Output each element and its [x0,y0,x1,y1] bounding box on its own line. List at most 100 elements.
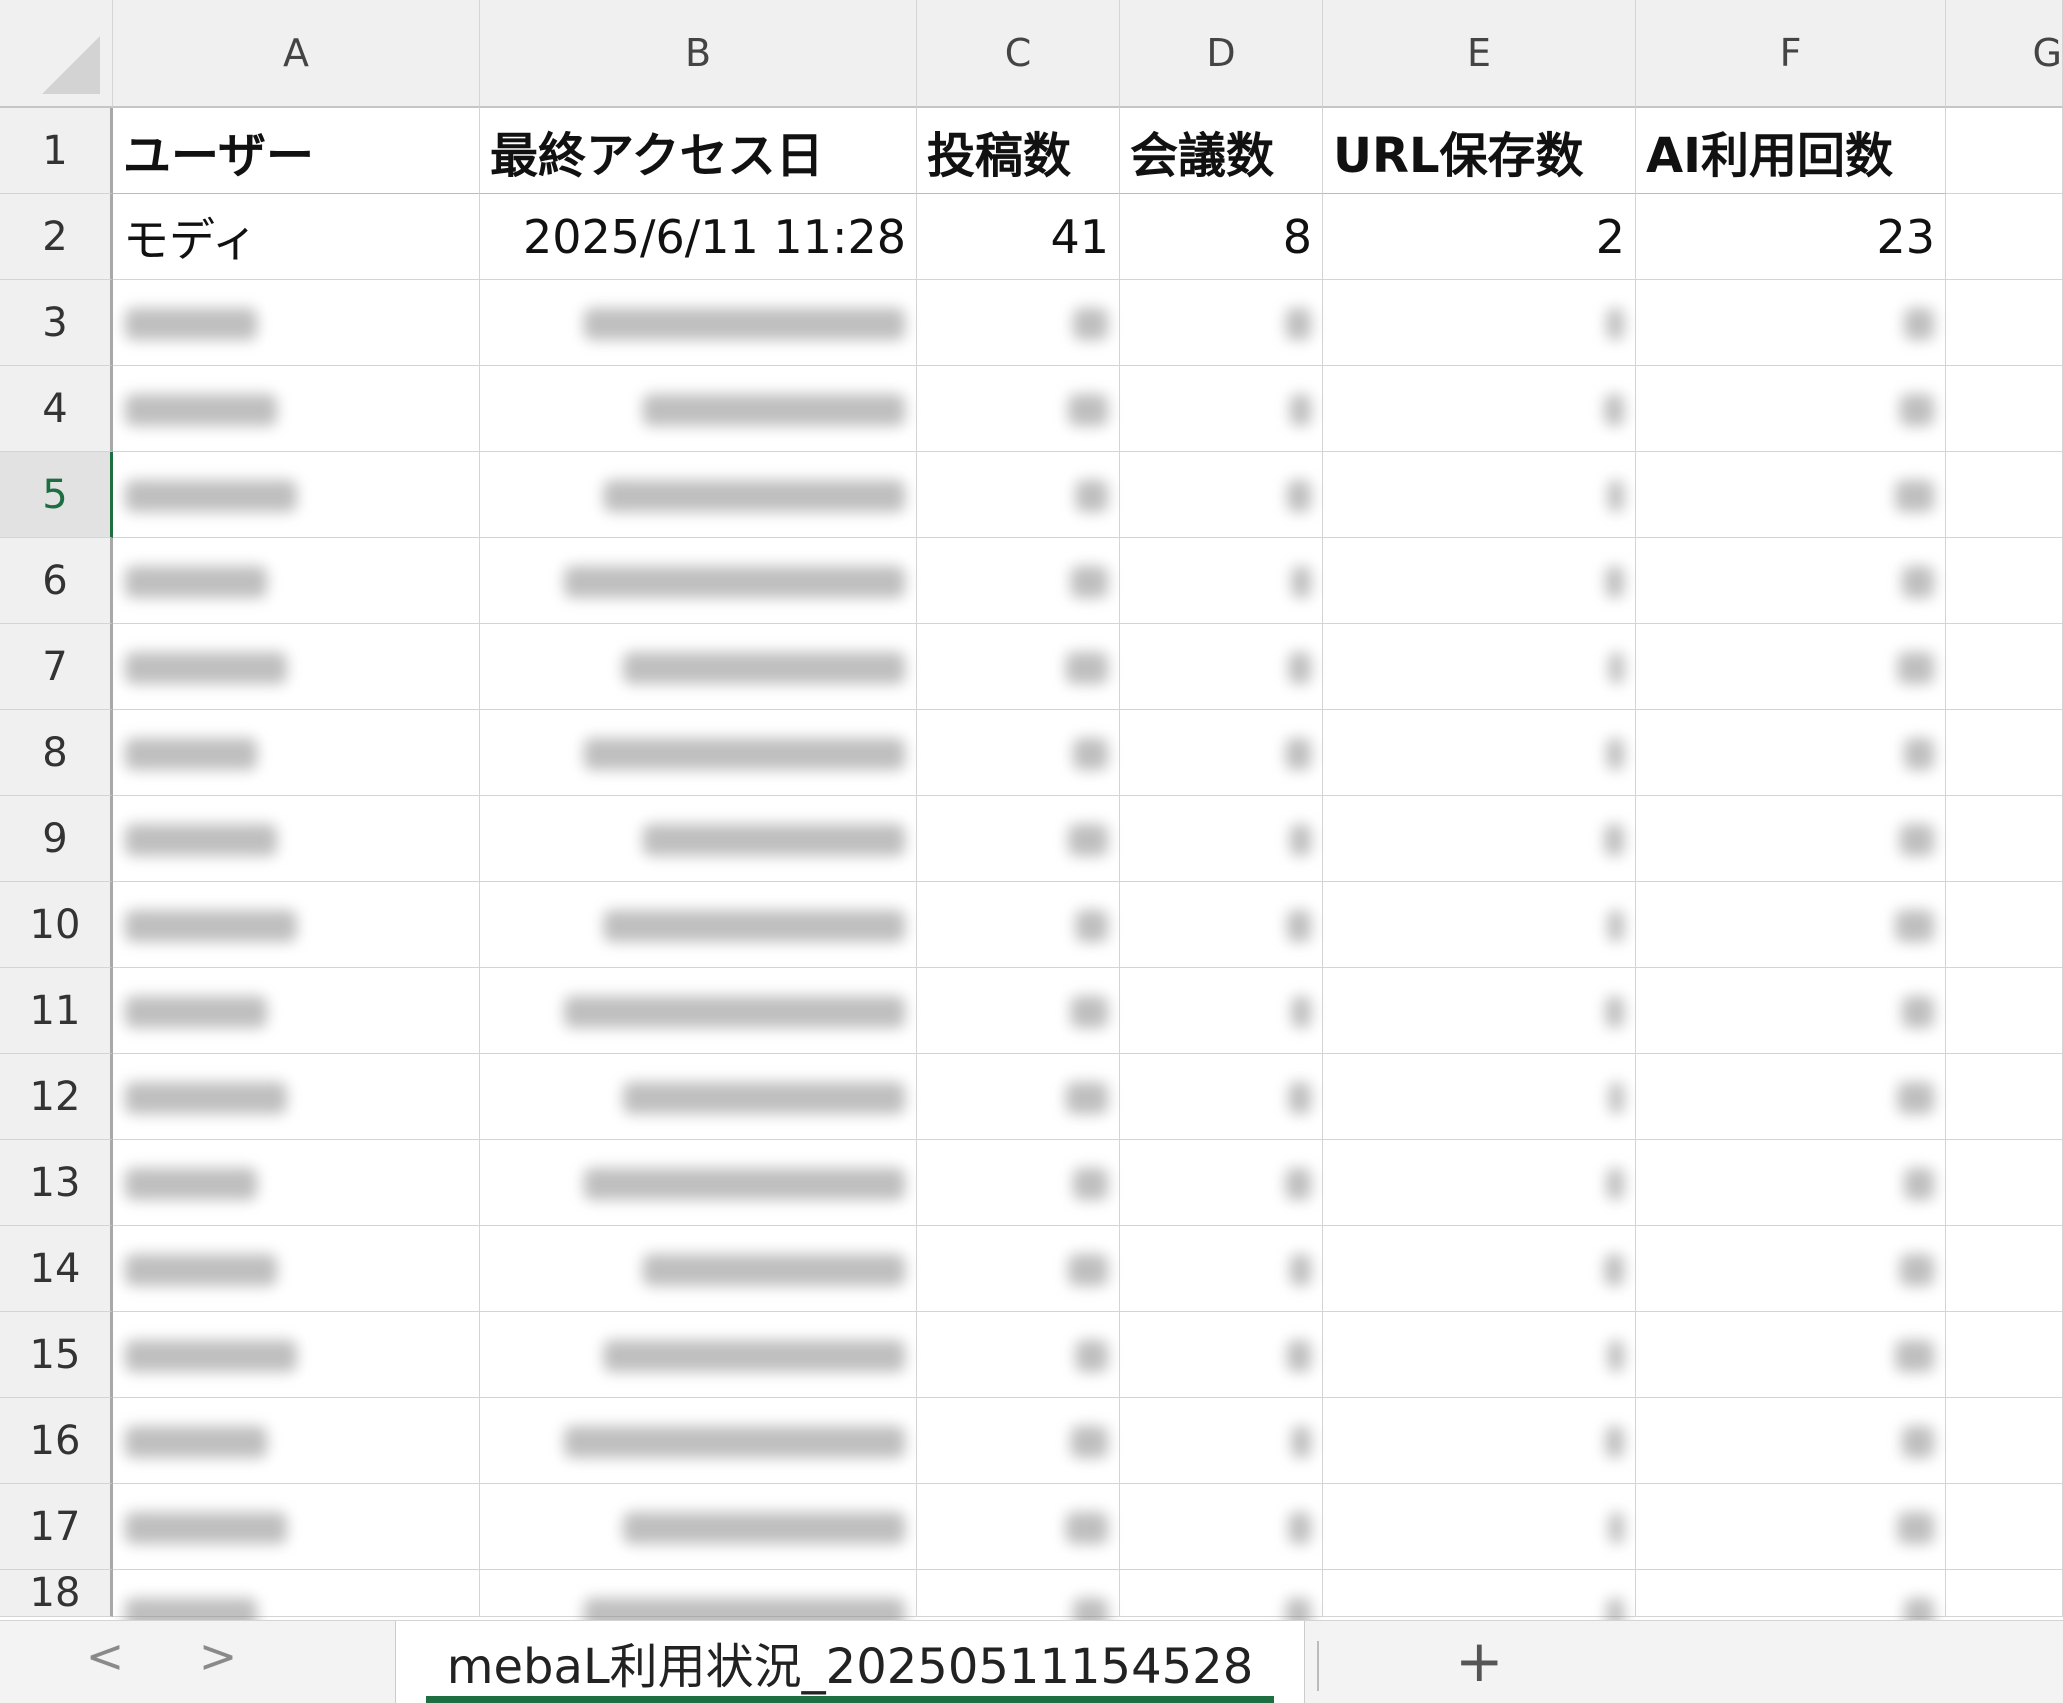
blurred-cell[interactable] [113,1054,480,1140]
header-meetings[interactable]: 会議数 [1120,108,1323,194]
cell-g1[interactable] [1946,108,2063,194]
blurred-cell[interactable] [917,882,1120,968]
blurred-cell[interactable] [1946,1570,2063,1617]
blurred-cell[interactable] [1120,1140,1323,1226]
blurred-cell[interactable] [1323,796,1636,882]
blurred-cell[interactable] [1323,1226,1636,1312]
cell-ai-uses[interactable]: 23 [1636,194,1946,280]
blurred-cell[interactable] [480,710,917,796]
blurred-cell[interactable] [480,1312,917,1398]
blurred-cell[interactable] [1323,366,1636,452]
cell-last-access[interactable]: 2025/6/11 11:28 [480,194,917,280]
column-header-g[interactable]: G [1946,0,2063,108]
blurred-cell[interactable] [1636,796,1946,882]
blurred-cell[interactable] [1120,968,1323,1054]
blurred-cell[interactable] [1120,1570,1323,1617]
column-header-a[interactable]: A [113,0,480,108]
blurred-cell[interactable] [1323,968,1636,1054]
blurred-cell[interactable] [1323,624,1636,710]
blurred-cell[interactable] [1946,280,2063,366]
blurred-cell[interactable] [480,1140,917,1226]
blurred-cell[interactable] [1323,1570,1636,1617]
blurred-cell[interactable] [917,1140,1120,1226]
blurred-cell[interactable] [1120,1312,1323,1398]
blurred-cell[interactable] [1946,366,2063,452]
cell-grid[interactable]: A B C D E F G 1 ユーザー 最終アクセス日 投稿数 会議数 URL… [0,0,2063,1617]
row-header-18[interactable]: 18 [0,1570,113,1617]
blurred-cell[interactable] [1946,1398,2063,1484]
blurred-cell[interactable] [917,366,1120,452]
header-ai-uses[interactable]: AI利用回数 [1636,108,1946,194]
blurred-cell[interactable] [917,1054,1120,1140]
row-header-3[interactable]: 3 [0,280,113,366]
blurred-cell[interactable] [917,1398,1120,1484]
blurred-cell[interactable] [1636,280,1946,366]
blurred-cell[interactable] [1323,710,1636,796]
blurred-cell[interactable] [917,968,1120,1054]
blurred-cell[interactable] [480,280,917,366]
sheet-tab-active[interactable]: mebaL利用状況_20250511154528 [395,1621,1305,1703]
header-url-saves[interactable]: URL保存数 [1323,108,1636,194]
row-header-8[interactable]: 8 [0,710,113,796]
blurred-cell[interactable] [917,710,1120,796]
blurred-cell[interactable] [480,452,917,538]
prev-sheet-button[interactable]: < [75,1629,135,1683]
cell-meetings[interactable]: 8 [1120,194,1323,280]
blurred-cell[interactable] [1323,882,1636,968]
blurred-cell[interactable] [917,1484,1120,1570]
blurred-cell[interactable] [1323,538,1636,624]
blurred-cell[interactable] [917,1570,1120,1617]
row-header-9[interactable]: 9 [0,796,113,882]
column-header-f[interactable]: F [1636,0,1946,108]
blurred-cell[interactable] [1636,1398,1946,1484]
row-header-16[interactable]: 16 [0,1398,113,1484]
blurred-cell[interactable] [1636,1484,1946,1570]
row-header-6[interactable]: 6 [0,538,113,624]
row-header-5[interactable]: 5 [0,452,113,538]
header-posts[interactable]: 投稿数 [917,108,1120,194]
blurred-cell[interactable] [1636,452,1946,538]
blurred-cell[interactable] [113,1226,480,1312]
blurred-cell[interactable] [917,1312,1120,1398]
blurred-cell[interactable] [113,452,480,538]
blurred-cell[interactable] [917,1226,1120,1312]
blurred-cell[interactable] [113,1484,480,1570]
blurred-cell[interactable] [113,280,480,366]
blurred-cell[interactable] [480,366,917,452]
blurred-cell[interactable] [917,280,1120,366]
blurred-cell[interactable] [1120,538,1323,624]
row-header-17[interactable]: 17 [0,1484,113,1570]
blurred-cell[interactable] [1636,710,1946,796]
blurred-cell[interactable] [1636,882,1946,968]
row-header-11[interactable]: 11 [0,968,113,1054]
blurred-cell[interactable] [1946,968,2063,1054]
blurred-cell[interactable] [480,1570,917,1617]
blurred-cell[interactable] [1323,280,1636,366]
blurred-cell[interactable] [113,538,480,624]
row-header-10[interactable]: 10 [0,882,113,968]
row-header-1[interactable]: 1 [0,108,113,194]
blurred-cell[interactable] [1636,1312,1946,1398]
header-user[interactable]: ユーザー [113,108,480,194]
row-header-2[interactable]: 2 [0,194,113,280]
blurred-cell[interactable] [1636,1054,1946,1140]
column-header-d[interactable]: D [1120,0,1323,108]
blurred-cell[interactable] [1636,366,1946,452]
blurred-cell[interactable] [1323,1140,1636,1226]
blurred-cell[interactable] [1120,624,1323,710]
blurred-cell[interactable] [917,538,1120,624]
blurred-cell[interactable] [480,1484,917,1570]
blurred-cell[interactable] [1636,1140,1946,1226]
blurred-cell[interactable] [1946,1226,2063,1312]
blurred-cell[interactable] [1946,452,2063,538]
blurred-cell[interactable] [1120,1484,1323,1570]
cell-g2[interactable] [1946,194,2063,280]
blurred-cell[interactable] [1636,1570,1946,1617]
row-header-7[interactable]: 7 [0,624,113,710]
blurred-cell[interactable] [1323,1398,1636,1484]
blurred-cell[interactable] [1323,1484,1636,1570]
blurred-cell[interactable] [917,624,1120,710]
cell-url-saves[interactable]: 2 [1323,194,1636,280]
blurred-cell[interactable] [1120,1054,1323,1140]
blurred-cell[interactable] [1636,624,1946,710]
